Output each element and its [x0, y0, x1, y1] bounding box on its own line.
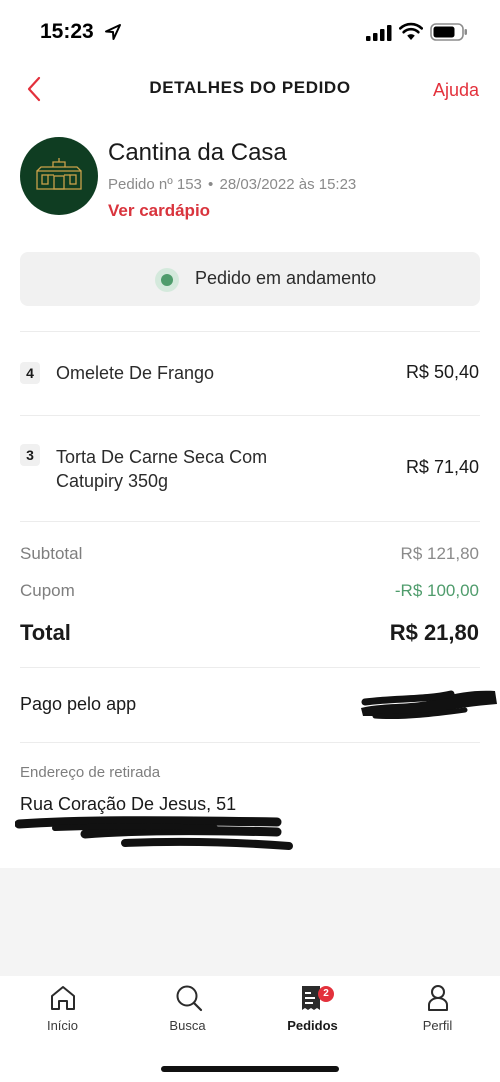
restaurant-logo [20, 137, 98, 215]
divider [20, 742, 480, 743]
order-status-text: Pedido em andamento [195, 268, 377, 288]
nav-label: Início [46, 1018, 79, 1033]
item-name-line1: Torta De Carne Seca Com [56, 447, 268, 467]
page-title: DETALHES DO PEDIDO [149, 78, 351, 97]
home-icon [51, 986, 75, 1010]
user-icon [428, 985, 448, 1011]
help-link[interactable]: Ajuda [433, 80, 479, 101]
order-status-banner: Pedido em andamento [20, 252, 480, 306]
payment-label: Pago pelo app [20, 694, 137, 714]
item-quantity: 4 [20, 362, 40, 384]
location-arrow-icon [105, 24, 121, 40]
coupon-value: -R$ 100,00 [394, 581, 479, 600]
wifi-icon [399, 22, 423, 40]
restaurant-building-icon [36, 158, 82, 190]
order-number: Pedido nº 153 [108, 176, 202, 193]
item-name: Omelete De Frango [56, 363, 215, 383]
subtotal-label: Subtotal [20, 544, 83, 563]
nav-label: Pedidos [287, 1018, 338, 1033]
nav-label: Busca [169, 1018, 206, 1033]
item-price: R$ 71,40 [405, 457, 479, 477]
item-price: R$ 50,40 [405, 362, 479, 382]
divider [20, 667, 480, 668]
total-value: R$ 21,80 [389, 620, 479, 645]
divider [20, 331, 480, 332]
pickup-address-label: Endereço de retirada [20, 764, 161, 781]
item-name-line2: Catupiry 350g [56, 471, 169, 491]
divider [20, 521, 480, 522]
search-icon [176, 985, 203, 1012]
home-indicator[interactable] [161, 1066, 339, 1072]
subtotal-value: R$ 121,80 [400, 544, 479, 563]
status-bar: 15:23 [0, 0, 500, 66]
orders-badge: 2 [318, 986, 334, 1002]
item-quantity: 3 [20, 444, 40, 466]
divider [20, 415, 480, 416]
redacted-address-scribble [15, 816, 293, 850]
total-label: Total [20, 620, 71, 645]
battery-icon [430, 23, 467, 41]
redacted-payment-scribble [361, 690, 497, 720]
restaurant-name: Cantina da Casa [108, 139, 287, 166]
order-meta: Pedido nº 153 • 28/03/2022 às 15:23 [108, 176, 357, 193]
coupon-label: Cupom [20, 581, 75, 600]
order-date: 28/03/2022 às 15:23 [219, 176, 357, 193]
cellular-signal-icon [366, 25, 392, 41]
status-indicator [155, 268, 179, 292]
status-time: 15:23 [40, 20, 94, 43]
status-dot-icon [161, 274, 173, 286]
nav-label: Perfil [422, 1018, 453, 1033]
nav-item-home[interactable]: Início [0, 976, 125, 1046]
nav-item-search[interactable]: Busca [125, 976, 250, 1046]
page-header: DETALHES DO PEDIDO Ajuda [0, 66, 500, 112]
nav-item-orders[interactable]: 2 Pedidos [250, 976, 375, 1046]
view-menu-link[interactable]: Ver cardápio [108, 201, 210, 221]
empty-background [0, 868, 500, 976]
nav-item-profile[interactable]: Perfil [375, 976, 500, 1046]
